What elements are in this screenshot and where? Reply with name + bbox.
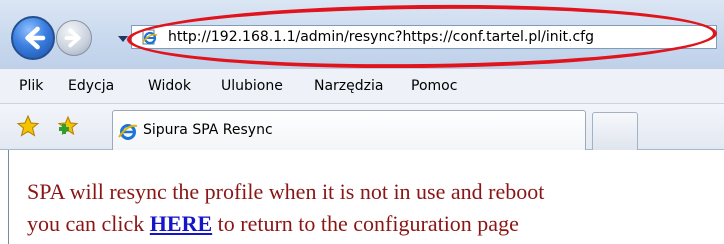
message-line-2-end: to return to the configuration page xyxy=(217,211,519,236)
resync-message: SPA will resync the profile when it is n… xyxy=(27,176,717,240)
menu-item-favorites[interactable]: Ulubione xyxy=(221,69,283,103)
message-line-2-start: you can click xyxy=(27,211,145,236)
add-favorite-icon[interactable] xyxy=(56,114,80,138)
menu-item-edit[interactable]: Edycja xyxy=(68,69,114,103)
tab-toolbar: Sipura SPA Resync xyxy=(0,104,724,150)
url-highlight-ellipse xyxy=(126,1,718,72)
message-line-1: SPA will resync the profile when it is n… xyxy=(27,179,545,204)
forward-button[interactable] xyxy=(56,20,92,56)
ie-tab-icon xyxy=(118,124,138,140)
favorites-star-icon[interactable] xyxy=(16,114,40,138)
forward-arrow-icon xyxy=(64,28,81,48)
back-arrow-icon xyxy=(25,26,46,50)
menu-item-view[interactable]: Widok xyxy=(148,69,191,103)
tab-sipura-resync[interactable]: Sipura SPA Resync xyxy=(112,110,586,150)
new-tab-button[interactable] xyxy=(592,112,638,150)
menu-item-tools[interactable]: Narzędzia xyxy=(314,69,383,103)
here-link[interactable]: HERE xyxy=(150,211,212,236)
menu-item-help[interactable]: Pomoc xyxy=(411,69,457,103)
tab-title: Sipura SPA Resync xyxy=(143,122,273,138)
address-toolbar: http://192.168.1.1/admin/resync?https://… xyxy=(0,0,724,72)
back-button[interactable] xyxy=(11,16,55,60)
page-content: SPA will resync the profile when it is n… xyxy=(8,150,724,244)
menu-bar: Plik Edycja Widok Ulubione Narzędzia Pom… xyxy=(0,68,724,104)
menu-item-file[interactable]: Plik xyxy=(19,69,43,103)
